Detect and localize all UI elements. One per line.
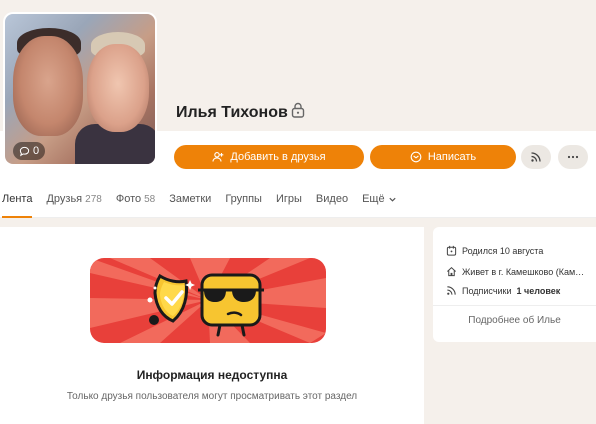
lock-icon [291, 102, 305, 118]
profile-tabs: Лента Друзья 278 Фото 58 Заметки Группы … [0, 181, 596, 218]
location-text: Живет в г. Камешково (Кам… [462, 266, 585, 277]
add-friend-label: Добавить в друзья [230, 151, 326, 163]
tab-count: 58 [144, 193, 156, 205]
avatar-photo-detail [13, 36, 83, 136]
tab-label: Фото [115, 193, 142, 205]
profile-name: Илья Тихонов [176, 104, 288, 121]
comment-icon [19, 146, 30, 156]
about-card: Родился 10 августа Живет в г. Камешково … [433, 227, 596, 342]
tab-label: Друзья [46, 193, 83, 205]
birthday-row: Родился 10 августа [446, 245, 543, 256]
more-actions-button[interactable] [558, 145, 588, 169]
avatar-comments-count: 0 [33, 145, 40, 157]
tab-feed[interactable]: Лента [2, 181, 33, 218]
tab-notes[interactable]: Заметки [169, 181, 211, 218]
chevron-down-icon [388, 197, 396, 202]
avatar-photo-detail [87, 44, 149, 132]
subscribe-button[interactable] [521, 145, 551, 169]
subscribers-value: 1 человек [516, 285, 561, 296]
add-user-icon [212, 152, 224, 162]
tab-label: Игры [275, 193, 302, 205]
message-icon [410, 151, 422, 163]
rss-icon [447, 286, 456, 295]
subscribers-label: Подписчики [462, 285, 512, 296]
content-card: Информация недоступна Только друзья поль… [0, 227, 424, 424]
add-friend-button[interactable]: Добавить в друзья [174, 145, 364, 169]
tab-label: Заметки [169, 193, 212, 205]
rss-icon [531, 152, 541, 162]
tab-label: Лента [2, 193, 33, 205]
avatar-comments-badge[interactable]: 0 [13, 142, 46, 160]
avatar[interactable]: 0 [5, 14, 155, 164]
calendar-icon [446, 245, 457, 256]
birthday-text: Родился 10 августа [462, 245, 544, 256]
tab-games[interactable]: Игры [276, 181, 302, 218]
tab-more[interactable]: Ещё [362, 181, 397, 218]
tab-groups[interactable]: Группы [225, 181, 262, 218]
tab-label: Ещё [362, 193, 385, 205]
location-row: Живет в г. Камешково (Кам… [446, 266, 584, 277]
tab-friends[interactable]: Друзья 278 [46, 181, 101, 218]
tab-photos[interactable]: Фото 58 [116, 181, 155, 218]
home-icon [447, 266, 456, 277]
subscribers-row[interactable]: Подписчики 1 человек [446, 285, 560, 296]
unavailable-title: Информация недоступна [136, 368, 288, 382]
tab-count: 278 [85, 193, 102, 205]
tab-video[interactable]: Видео [316, 181, 348, 218]
divider [433, 305, 596, 306]
more-about-link[interactable]: Подробнее об Илье [433, 315, 596, 326]
tab-label: Группы [225, 193, 262, 205]
write-message-button[interactable]: Написать [370, 145, 516, 169]
tab-label: Видео [315, 193, 349, 205]
write-message-label: Написать [427, 151, 477, 163]
ellipsis-icon [567, 155, 579, 159]
unavailable-subtitle: Только друзья пользователя могут просмат… [66, 391, 358, 402]
locked-content-illustration [90, 258, 326, 343]
